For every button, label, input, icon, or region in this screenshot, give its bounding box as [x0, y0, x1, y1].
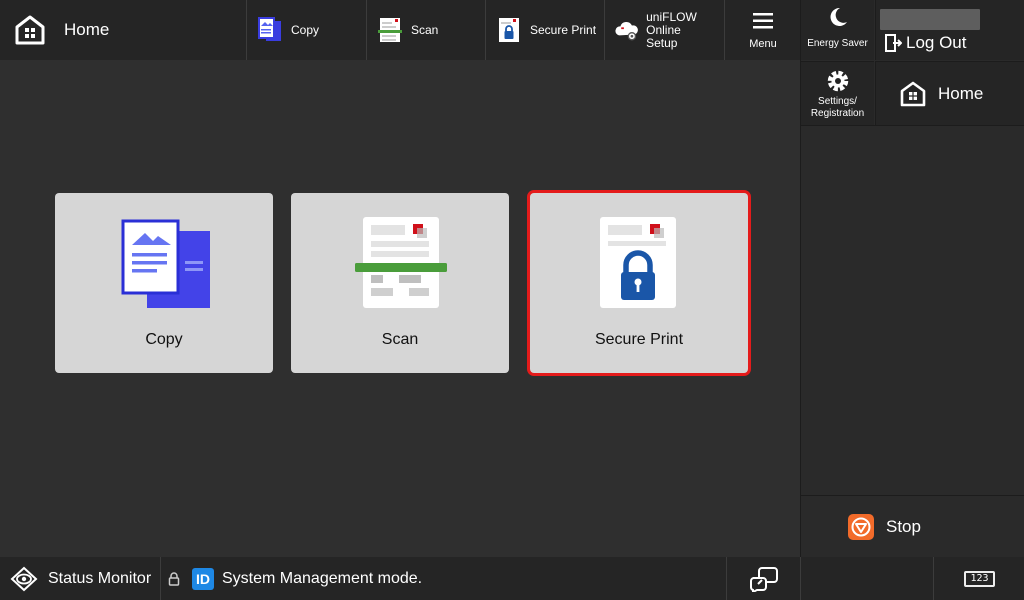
system-message: ID System Management mode.	[168, 557, 422, 600]
menu-button[interactable]: Menu	[724, 0, 801, 60]
secure-print-tile[interactable]: Secure Print	[530, 193, 748, 373]
connection-button[interactable]	[726, 557, 801, 600]
panel-divider	[801, 125, 1024, 126]
home-label: Home	[64, 20, 110, 39]
secure-print-shortcut-button[interactable]: Secure Print	[485, 0, 605, 60]
right-home-label: Home	[938, 84, 984, 103]
settings-label: Settings/ Registration	[801, 96, 874, 120]
scan-icon	[355, 217, 447, 308]
link-chat-icon	[750, 566, 778, 592]
copy-shortcut-button[interactable]: Copy	[246, 0, 367, 60]
secure-print-tile-label: Secure Print	[594, 331, 684, 348]
menu-label: Menu	[749, 38, 777, 50]
settings-label-line2: Registration	[810, 108, 865, 119]
uniflow-label-line2: Setup	[646, 35, 678, 50]
scan-tile[interactable]: Scan	[291, 193, 509, 373]
system-message-text: System Management mode.	[222, 569, 423, 587]
eye-icon	[10, 566, 38, 591]
energy-saver-button[interactable]: Energy Saver	[801, 0, 874, 60]
scan-shortcut-button[interactable]: Scan	[366, 0, 486, 60]
scan-icon	[378, 18, 402, 42]
settings-label-line1: Settings/	[818, 96, 857, 107]
stop-label: Stop	[886, 517, 921, 536]
gear-icon	[827, 70, 849, 92]
copy-tile-label: Copy	[145, 331, 183, 348]
home-icon	[15, 15, 45, 45]
secure-print-shortcut-label: Secure Print	[530, 22, 597, 37]
copy-shortcut-label: Copy	[291, 22, 320, 37]
secure-print-icon	[600, 217, 676, 308]
status-monitor-button[interactable]: Status Monitor	[0, 557, 161, 600]
copy-tile[interactable]: Copy	[55, 193, 273, 373]
uniflow-setup-label: uniFLOW Online Setup	[646, 9, 725, 50]
energy-saver-label: Energy Saver	[807, 38, 868, 49]
copy-icon	[121, 219, 210, 308]
stop-button[interactable]: Stop	[801, 495, 1024, 558]
copy-icon	[258, 17, 281, 41]
scan-shortcut-label: Scan	[411, 22, 439, 37]
right-home-button[interactable]: Home	[875, 61, 1024, 126]
logout-door-icon	[885, 34, 902, 52]
status-monitor-label: Status Monitor	[48, 569, 152, 587]
uniflow-cloud-icon	[615, 22, 638, 41]
numeric-keypad-button[interactable]: 123	[933, 557, 1024, 600]
scan-tile-label: Scan	[381, 331, 419, 348]
logout-button[interactable]: Log Out	[884, 33, 967, 53]
uniflow-setup-button[interactable]: uniFLOW Online Setup	[604, 0, 725, 60]
stop-icon	[848, 514, 874, 540]
settings-registration-button[interactable]: Settings/ Registration	[801, 61, 874, 126]
home-button[interactable]: Home	[0, 0, 246, 60]
moon-icon	[830, 7, 847, 26]
secure-print-icon	[499, 18, 519, 42]
logout-label: Log Out	[906, 33, 967, 52]
bottom-divider	[800, 557, 801, 600]
id-badge-icon: ID	[192, 567, 214, 590]
home-icon	[900, 81, 926, 107]
keypad-icon: 123	[964, 570, 995, 587]
hamburger-menu-icon	[753, 13, 773, 29]
uniflow-label-line1: uniFLOW Online	[646, 9, 697, 37]
username-field	[880, 9, 980, 30]
lock-icon	[168, 571, 180, 586]
